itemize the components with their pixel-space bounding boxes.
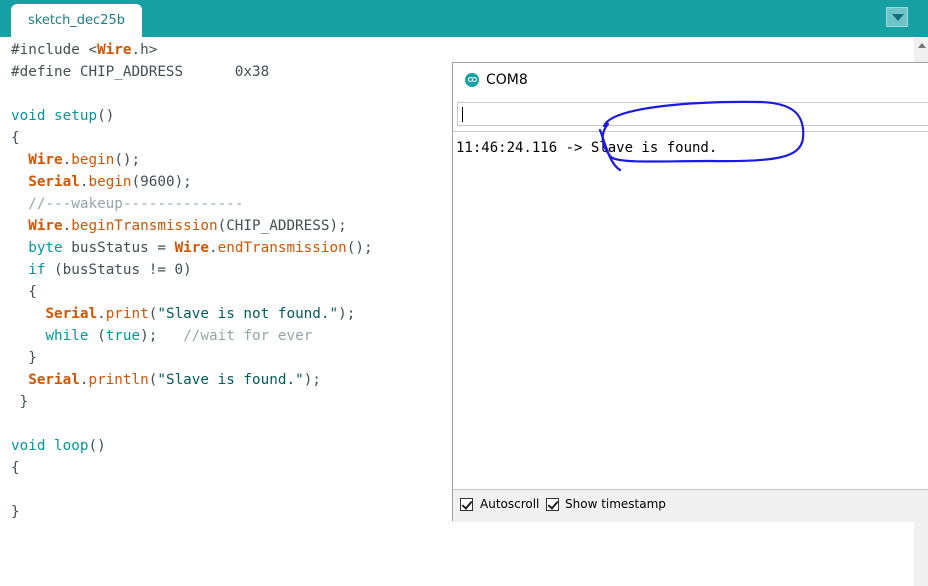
code-token: print bbox=[105, 306, 149, 322]
code-token: ); bbox=[140, 328, 184, 344]
code-token: { bbox=[11, 284, 37, 300]
code-token: (CHIP_ADDRESS); bbox=[217, 218, 347, 234]
code-token: Wire bbox=[97, 42, 132, 58]
chevron-down-icon bbox=[892, 14, 904, 21]
code-line: { bbox=[11, 127, 373, 149]
code-token: } bbox=[11, 504, 20, 520]
code-line: #define CHIP_ADDRESS 0x38 bbox=[11, 61, 373, 83]
code-line: } bbox=[11, 391, 373, 413]
code-token: Serial bbox=[28, 174, 80, 190]
code-token: beginTransmission bbox=[71, 218, 218, 234]
code-line: { bbox=[11, 281, 373, 303]
code-token: if bbox=[28, 262, 46, 278]
serial-monitor-options: Autoscroll Show timestamp bbox=[453, 489, 928, 522]
code-token: Serial bbox=[28, 372, 80, 388]
autoscroll-label[interactable]: Autoscroll bbox=[480, 497, 539, 511]
code-token: while bbox=[45, 328, 89, 344]
code-token: Wire bbox=[28, 152, 63, 168]
code-token: void bbox=[11, 438, 46, 454]
code-token: . bbox=[62, 152, 72, 168]
show-timestamp-checkbox[interactable] bbox=[546, 498, 559, 511]
code-token: #define CHIP_ADDRESS 0x38 bbox=[11, 64, 270, 80]
code-token: Wire bbox=[28, 218, 63, 234]
code-token: //---wakeup-------------- bbox=[11, 196, 244, 212]
code-line: Wire.beginTransmission(CHIP_ADDRESS); bbox=[11, 215, 373, 237]
code-token: () bbox=[97, 108, 115, 124]
code-line: byte busStatus = Wire.endTransmission(); bbox=[11, 237, 373, 259]
serial-output[interactable]: 11:46:24.116 -> Slave is found. bbox=[453, 131, 928, 490]
code-token: println bbox=[88, 372, 149, 388]
code-line: while (true); //wait for ever bbox=[11, 325, 373, 347]
autoscroll-checkbox[interactable] bbox=[460, 498, 473, 511]
code-token: //wait for ever bbox=[183, 328, 313, 344]
code-line: } bbox=[11, 347, 373, 369]
code-token: Serial bbox=[45, 306, 98, 322]
code-token: . bbox=[209, 240, 218, 256]
code-line: void setup() bbox=[11, 105, 373, 127]
code-token: begin bbox=[88, 174, 132, 190]
code-token: . bbox=[97, 306, 106, 322]
code-token: .h> bbox=[131, 42, 158, 58]
code-token: #include < bbox=[11, 42, 98, 58]
serial-monitor-title: COM8 bbox=[486, 72, 528, 88]
code-token: { bbox=[11, 130, 20, 146]
code-line: Serial.print("Slave is not found."); bbox=[11, 303, 373, 325]
code-token: . bbox=[62, 218, 72, 234]
code-line: void loop() bbox=[11, 435, 373, 457]
code-token: } bbox=[11, 350, 37, 366]
tab-sketch[interactable]: sketch_dec25b bbox=[11, 4, 142, 37]
code-token: (busStatus != 0) bbox=[45, 262, 192, 278]
serial-monitor-titlebar: COM8 bbox=[453, 63, 928, 97]
code-token: begin bbox=[71, 152, 115, 168]
code-token: byte bbox=[28, 240, 63, 256]
code-token: "Slave is found." bbox=[157, 372, 304, 388]
code-line: //---wakeup-------------- bbox=[11, 193, 373, 215]
code-token: true bbox=[105, 328, 141, 344]
code-token: void bbox=[11, 108, 46, 124]
arduino-icon bbox=[465, 73, 479, 87]
code-token: loop bbox=[54, 438, 89, 454]
code-token: Wire bbox=[174, 240, 209, 256]
code-token: (9600); bbox=[131, 174, 192, 190]
code-text[interactable]: #include <Wire.h> #define CHIP_ADDRESS 0x… bbox=[11, 39, 373, 523]
code-line: #include <Wire.h> bbox=[11, 39, 373, 61]
code-token: setup bbox=[54, 108, 98, 124]
code-token: endTransmission bbox=[217, 240, 347, 256]
code-token: () bbox=[88, 438, 106, 454]
code-token: "Slave is not found." bbox=[157, 306, 339, 322]
code-line: Serial.begin(9600); bbox=[11, 171, 373, 193]
code-line: Wire.begin(); bbox=[11, 149, 373, 171]
hand-drawn-circle-annotation bbox=[598, 100, 805, 172]
code-token: busStatus = bbox=[62, 240, 175, 256]
code-line: } bbox=[11, 501, 373, 523]
code-token: ); bbox=[303, 372, 321, 388]
code-line: Serial.println("Slave is found."); bbox=[11, 369, 373, 391]
code-token: { bbox=[11, 460, 20, 476]
scroll-up-arrow-icon[interactable] bbox=[918, 43, 926, 48]
code-line: if (busStatus != 0) bbox=[11, 259, 373, 281]
code-line: { bbox=[11, 457, 373, 479]
code-token: (); bbox=[346, 240, 373, 256]
show-timestamp-label[interactable]: Show timestamp bbox=[565, 497, 666, 511]
code-token: (); bbox=[114, 152, 141, 168]
tab-menu-button[interactable] bbox=[886, 7, 908, 27]
text-caret bbox=[462, 107, 463, 122]
tab-bar: sketch_dec25b bbox=[0, 0, 928, 37]
code-token: } bbox=[11, 394, 29, 410]
code-token: ( bbox=[88, 328, 106, 344]
code-token: ); bbox=[338, 306, 356, 322]
